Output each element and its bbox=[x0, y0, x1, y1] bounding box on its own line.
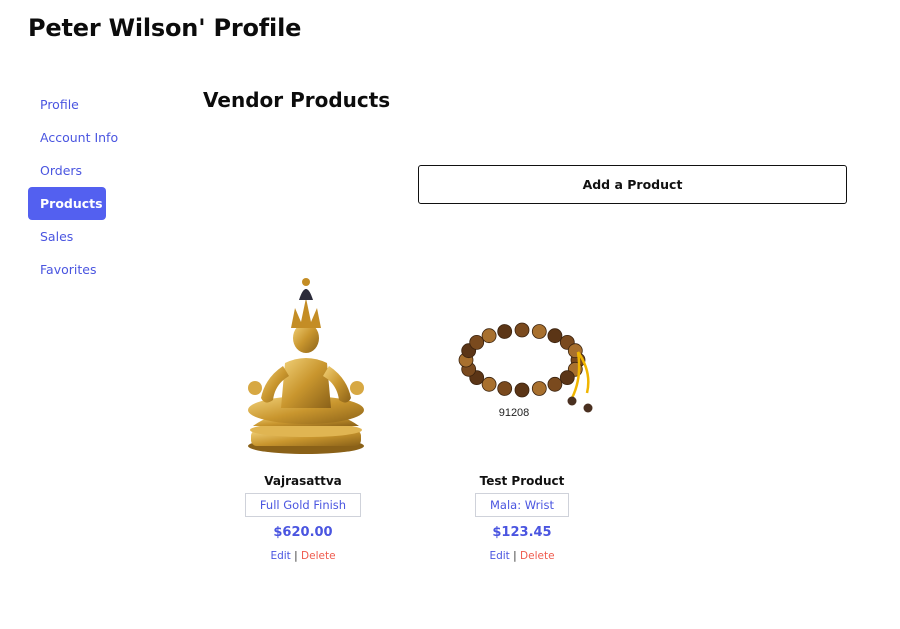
mala-bead bbox=[514, 322, 530, 338]
sidebar-nav: Profile Account Info Orders Products Sal… bbox=[28, 88, 148, 286]
section-title: Vendor Products bbox=[203, 88, 391, 112]
product-price: $620.00 bbox=[273, 525, 333, 540]
product-actions: Edit | Delete bbox=[422, 550, 622, 562]
action-separator: | bbox=[513, 550, 517, 562]
mala-bead bbox=[481, 328, 497, 344]
product-image-golden-statue[interactable] bbox=[203, 268, 403, 468]
add-product-button[interactable]: Add a Product bbox=[418, 165, 847, 204]
product-name: Test Product bbox=[479, 474, 565, 488]
golden-statue-icon bbox=[248, 278, 364, 454]
edit-link[interactable]: Edit bbox=[270, 550, 290, 562]
mala-bead bbox=[547, 328, 563, 344]
sidebar-item-sales[interactable]: Sales bbox=[28, 220, 148, 253]
product-price: $123.45 bbox=[492, 525, 552, 540]
mala-bead bbox=[497, 324, 513, 339]
product-variant-tag: Full Gold Finish bbox=[244, 493, 362, 517]
sidebar-item-products[interactable]: Products bbox=[28, 187, 106, 220]
mala-bead bbox=[531, 381, 547, 396]
page-title: Peter Wilson' Profile bbox=[28, 14, 302, 42]
mala-bead bbox=[497, 381, 513, 396]
delete-link[interactable]: Delete bbox=[301, 550, 336, 562]
mala-bracelet-icon: 91208 bbox=[458, 322, 593, 419]
product-image-wrist-mala[interactable]: 91208 bbox=[422, 268, 622, 468]
mala-bead bbox=[469, 335, 485, 350]
action-separator: | bbox=[294, 550, 298, 562]
mala-bead bbox=[481, 376, 497, 392]
sidebar-item-profile[interactable]: Profile bbox=[28, 88, 148, 121]
mala-bead bbox=[547, 376, 563, 392]
delete-link[interactable]: Delete bbox=[520, 550, 555, 562]
product-card: Vajrasattva Full Gold Finish $620.00 Edi… bbox=[203, 268, 403, 562]
edit-link[interactable]: Edit bbox=[489, 550, 509, 562]
sidebar-item-account-info[interactable]: Account Info bbox=[28, 121, 148, 154]
mala-bead bbox=[514, 382, 530, 398]
image-caption: 91208 bbox=[499, 407, 530, 419]
sidebar-item-favorites[interactable]: Favorites bbox=[28, 253, 148, 286]
mala-bead bbox=[559, 370, 575, 385]
sidebar-item-orders[interactable]: Orders bbox=[28, 154, 148, 187]
product-variant-tag: Mala: Wrist bbox=[474, 493, 570, 517]
product-actions: Edit | Delete bbox=[203, 550, 403, 562]
product-name: Vajrasattva bbox=[264, 474, 342, 488]
mala-bead bbox=[531, 324, 547, 339]
product-card: 91208 Test Product Mala: Wrist $123.45 E… bbox=[422, 268, 622, 562]
